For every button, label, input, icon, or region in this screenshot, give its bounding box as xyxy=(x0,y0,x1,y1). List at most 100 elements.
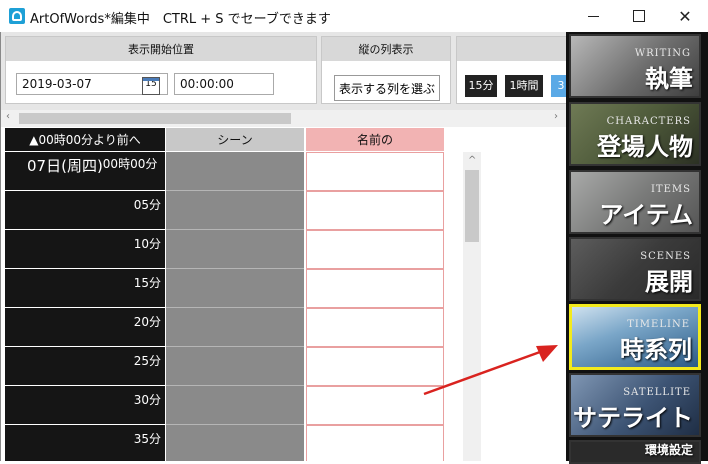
nav-writing-en: WRITING xyxy=(634,48,691,59)
nav-settings-jp: 環境設定 xyxy=(644,443,693,457)
time-cell: 35分 xyxy=(5,425,165,461)
first-row-datetime: 07日(周四)00時00分 xyxy=(27,155,157,176)
scene-column-header[interactable]: シーン xyxy=(166,128,304,151)
first-row-time: 00時00分 xyxy=(102,157,158,171)
maximize-icon xyxy=(633,10,645,22)
nav-writing-tile[interactable]: WRITING 執筆 xyxy=(569,34,701,98)
scene-cell[interactable] xyxy=(166,269,304,308)
timeline-grid: ▲00時00分より前へ シーン 名前の 07日(周四)00時00分 05分 10… xyxy=(1,128,567,461)
table-row: 07日(周四)00時00分 xyxy=(1,152,567,191)
time-step-panel: 15分 1時間 3 xyxy=(456,36,567,104)
scene-cell[interactable] xyxy=(166,425,304,461)
table-row: 05分 xyxy=(1,191,567,230)
time-cell: 25分 xyxy=(5,347,165,386)
nav-writing-jp: 執筆 xyxy=(645,65,693,93)
mode-navigation: WRITING 執筆 CHARACTERS 登場人物 ITEMS アイテム SC… xyxy=(566,32,708,464)
maximize-button[interactable] xyxy=(616,0,662,32)
calendar-day: 15 xyxy=(145,79,157,89)
start-position-panel: 表示開始位置 2019-03-07 15 00:00:00 xyxy=(5,36,317,104)
time-cell: 07日(周四)00時00分 xyxy=(5,152,165,191)
nav-characters-tile[interactable]: CHARACTERS 登場人物 xyxy=(569,102,701,166)
step-1hour-button[interactable]: 1時間 xyxy=(505,75,543,97)
select-columns-button[interactable]: 表示する列を選ぶ xyxy=(334,75,440,101)
minimize-icon xyxy=(587,15,599,17)
column-display-panel: 縦の列表示 表示する列を選ぶ xyxy=(321,36,451,104)
time-label: 10分 xyxy=(133,237,161,251)
nav-satellite-tile[interactable]: SATELLITE サテライト xyxy=(569,373,701,437)
earlier-time-button[interactable]: ▲00時00分より前へ xyxy=(5,128,165,151)
name-cell[interactable] xyxy=(306,425,444,461)
nav-items-en: ITEMS xyxy=(650,184,691,195)
scene-cell[interactable] xyxy=(166,191,304,230)
timeline-workspace: 表示開始位置 2019-03-07 15 00:00:00 縦の列表示 表示する… xyxy=(0,32,567,461)
time-cell: 15分 xyxy=(5,269,165,308)
app-logo-icon xyxy=(9,8,25,24)
start-date-value: 2019-03-07 xyxy=(22,77,92,91)
toolbar: 表示開始位置 2019-03-07 15 00:00:00 縦の列表示 表示する… xyxy=(1,32,567,110)
nav-characters-jp: 登場人物 xyxy=(597,133,693,161)
name-cell[interactable] xyxy=(306,347,444,386)
time-cell: 10分 xyxy=(5,230,165,269)
name-column-header[interactable]: 名前の xyxy=(306,128,444,151)
nav-scenes-tile[interactable]: SCENES 展開 xyxy=(569,237,701,301)
nav-items-tile[interactable]: ITEMS アイテム xyxy=(569,170,701,234)
nav-timeline-jp: 時系列 xyxy=(620,336,692,364)
column-display-title: 縦の列表示 xyxy=(322,37,450,61)
nav-scenes-en: SCENES xyxy=(640,251,691,262)
table-row: 25分 xyxy=(1,347,567,386)
scene-cell[interactable] xyxy=(166,230,304,269)
vertical-scroll-thumb[interactable] xyxy=(465,170,479,242)
scroll-right-icon[interactable]: › xyxy=(554,111,558,122)
nav-timeline-en: TIMELINE xyxy=(627,319,690,330)
column-headers: ▲00時00分より前へ シーン 名前の xyxy=(1,128,567,151)
close-button[interactable]: ✕ xyxy=(662,0,708,32)
start-position-title: 表示開始位置 xyxy=(6,37,316,61)
table-row: 10分 xyxy=(1,230,567,269)
time-label: 05分 xyxy=(133,198,161,212)
step-15min-button[interactable]: 15分 xyxy=(465,75,497,97)
nav-timeline-tile[interactable]: TIMELINE 時系列 xyxy=(569,304,701,370)
name-cell[interactable] xyxy=(306,191,444,230)
time-label: 15分 xyxy=(133,276,161,290)
window-title: ArtOfWords*編集中 CTRL + S でセーブできます xyxy=(30,12,331,27)
minimize-button[interactable] xyxy=(570,0,616,32)
name-cell[interactable] xyxy=(306,230,444,269)
start-time-field[interactable]: 00:00:00 xyxy=(174,73,274,95)
close-icon: ✕ xyxy=(678,6,692,26)
time-label: 35分 xyxy=(133,432,161,446)
table-row: 30分 xyxy=(1,386,567,425)
horizontal-scroll-thumb[interactable] xyxy=(19,113,291,124)
calendar-icon[interactable]: 15 xyxy=(142,77,160,95)
scene-cell[interactable] xyxy=(166,308,304,347)
time-cell: 20分 xyxy=(5,308,165,347)
scene-cell[interactable] xyxy=(166,152,304,191)
scene-cell[interactable] xyxy=(166,347,304,386)
time-cell: 05分 xyxy=(5,191,165,230)
scene-cell[interactable] xyxy=(166,386,304,425)
table-row: 35分 xyxy=(1,425,567,461)
time-step-title xyxy=(457,37,567,61)
nav-satellite-jp: サテライト xyxy=(573,404,693,432)
nav-items-jp: アイテム xyxy=(599,201,693,229)
name-cell[interactable] xyxy=(306,152,444,191)
app-window: ArtOfWords*編集中 CTRL + S でセーブできます ✕ 表示開始位… xyxy=(0,0,708,464)
table-row: 20分 xyxy=(1,308,567,347)
first-row-date: 07日(周四) xyxy=(27,157,103,175)
time-cell: 30分 xyxy=(5,386,165,425)
step-partial-button[interactable]: 3 xyxy=(551,75,567,97)
vertical-scrollbar[interactable]: ^ xyxy=(463,152,481,461)
name-cell[interactable] xyxy=(306,308,444,347)
name-cell[interactable] xyxy=(306,386,444,425)
title-bar: ArtOfWords*編集中 CTRL + S でセーブできます ✕ xyxy=(0,0,708,32)
scroll-left-icon[interactable]: ‹ xyxy=(6,111,10,122)
nav-characters-en: CHARACTERS xyxy=(606,116,691,127)
nav-settings-tile[interactable]: 環境設定 xyxy=(569,440,701,464)
nav-scenes-jp: 展開 xyxy=(645,268,693,296)
scroll-up-icon[interactable]: ^ xyxy=(468,155,476,166)
time-label: 30分 xyxy=(133,393,161,407)
time-label: 25分 xyxy=(133,354,161,368)
start-time-value: 00:00:00 xyxy=(180,77,234,91)
horizontal-scrollbar[interactable]: ‹ › xyxy=(1,110,567,127)
time-label: 20分 xyxy=(133,315,161,329)
name-cell[interactable] xyxy=(306,269,444,308)
